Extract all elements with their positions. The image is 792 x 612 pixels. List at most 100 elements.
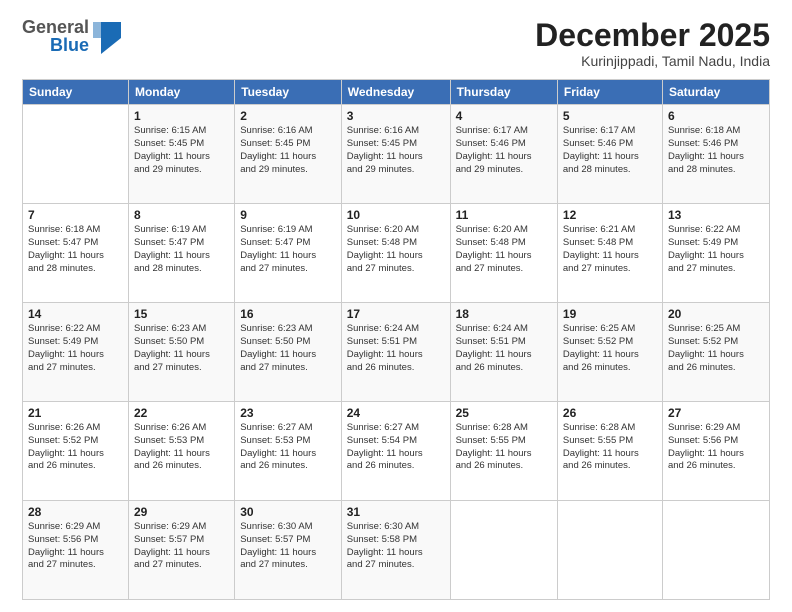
- day-info: Sunrise: 6:16 AM Sunset: 5:45 PM Dayligh…: [240, 125, 336, 176]
- day-number: 1: [134, 109, 229, 123]
- day-info: Sunrise: 6:17 AM Sunset: 5:46 PM Dayligh…: [456, 125, 552, 176]
- calendar-cell: 14 Sunrise: 6:22 AM Sunset: 5:49 PM Dayli…: [23, 303, 129, 402]
- month-title: December 2025: [535, 18, 770, 53]
- calendar-cell: 12Sunrise: 6:21 AM Sunset: 5:48 PM Dayli…: [557, 204, 662, 303]
- day-info: Sunrise: 6:20 AM Sunset: 5:48 PM Dayligh…: [347, 224, 445, 275]
- logo-icon: [93, 18, 123, 54]
- calendar-cell: [557, 501, 662, 600]
- calendar-cell: 5 Sunrise: 6:17 AM Sunset: 5:46 PM Daylig…: [557, 105, 662, 204]
- day-number: 30: [240, 505, 336, 519]
- logo-general: General: [22, 18, 89, 36]
- day-number: 9: [240, 208, 336, 222]
- day-info: Sunrise: 6:27 AM Sunset: 5:54 PM Dayligh…: [347, 422, 445, 473]
- calendar-header-monday: Monday: [128, 80, 234, 105]
- calendar-cell: 17 Sunrise: 6:24 AM Sunset: 5:51 PM Dayli…: [341, 303, 450, 402]
- calendar-header-tuesday: Tuesday: [235, 80, 342, 105]
- day-number: 18: [456, 307, 552, 321]
- calendar-header-saturday: Saturday: [662, 80, 769, 105]
- calendar-header-row: SundayMondayTuesdayWednesdayThursdayFrid…: [23, 80, 770, 105]
- calendar-cell: 20Sunrise: 6:25 AM Sunset: 5:52 PM Dayli…: [662, 303, 769, 402]
- day-info: Sunrise: 6:24 AM Sunset: 5:51 PM Dayligh…: [347, 323, 445, 374]
- day-info: Sunrise: 6:26 AM Sunset: 5:52 PM Dayligh…: [28, 422, 123, 473]
- calendar-cell: 24Sunrise: 6:27 AM Sunset: 5:54 PM Dayli…: [341, 402, 450, 501]
- page: General Blue December 2025 Kurinjippadi,…: [0, 0, 792, 612]
- calendar-week-row: 1 Sunrise: 6:15 AM Sunset: 5:45 PM Daylig…: [23, 105, 770, 204]
- day-info: Sunrise: 6:17 AM Sunset: 5:46 PM Dayligh…: [563, 125, 657, 176]
- day-number: 16: [240, 307, 336, 321]
- calendar-cell: 26 Sunrise: 6:28 AM Sunset: 5:55 PM Dayli…: [557, 402, 662, 501]
- calendar-cell: 13Sunrise: 6:22 AM Sunset: 5:49 PM Dayli…: [662, 204, 769, 303]
- day-number: 14: [28, 307, 123, 321]
- day-info: Sunrise: 6:29 AM Sunset: 5:56 PM Dayligh…: [668, 422, 764, 473]
- header: General Blue December 2025 Kurinjippadi,…: [22, 18, 770, 69]
- calendar-cell: 2 Sunrise: 6:16 AM Sunset: 5:45 PM Daylig…: [235, 105, 342, 204]
- calendar-cell: 3 Sunrise: 6:16 AM Sunset: 5:45 PM Daylig…: [341, 105, 450, 204]
- day-info: Sunrise: 6:27 AM Sunset: 5:53 PM Dayligh…: [240, 422, 336, 473]
- day-number: 29: [134, 505, 229, 519]
- day-info: Sunrise: 6:19 AM Sunset: 5:47 PM Dayligh…: [134, 224, 229, 275]
- day-info: Sunrise: 6:15 AM Sunset: 5:45 PM Dayligh…: [134, 125, 229, 176]
- day-number: 7: [28, 208, 123, 222]
- day-number: 31: [347, 505, 445, 519]
- day-number: 2: [240, 109, 336, 123]
- day-number: 25: [456, 406, 552, 420]
- day-info: Sunrise: 6:24 AM Sunset: 5:51 PM Dayligh…: [456, 323, 552, 374]
- day-info: Sunrise: 6:28 AM Sunset: 5:55 PM Dayligh…: [456, 422, 552, 473]
- calendar-cell: 25 Sunrise: 6:28 AM Sunset: 5:55 PM Dayli…: [450, 402, 557, 501]
- day-number: 27: [668, 406, 764, 420]
- day-number: 22: [134, 406, 229, 420]
- calendar-cell: 28Sunrise: 6:29 AM Sunset: 5:56 PM Dayli…: [23, 501, 129, 600]
- day-info: Sunrise: 6:28 AM Sunset: 5:55 PM Dayligh…: [563, 422, 657, 473]
- calendar-cell: 8 Sunrise: 6:19 AM Sunset: 5:47 PM Daylig…: [128, 204, 234, 303]
- day-number: 17: [347, 307, 445, 321]
- day-number: 28: [28, 505, 123, 519]
- day-number: 26: [563, 406, 657, 420]
- calendar-week-row: 21Sunrise: 6:26 AM Sunset: 5:52 PM Dayli…: [23, 402, 770, 501]
- calendar-cell: 29 Sunrise: 6:29 AM Sunset: 5:57 PM Dayli…: [128, 501, 234, 600]
- day-info: Sunrise: 6:29 AM Sunset: 5:57 PM Dayligh…: [134, 521, 229, 572]
- day-number: 15: [134, 307, 229, 321]
- day-info: Sunrise: 6:25 AM Sunset: 5:52 PM Dayligh…: [563, 323, 657, 374]
- day-number: 23: [240, 406, 336, 420]
- calendar-cell: 9 Sunrise: 6:19 AM Sunset: 5:47 PM Daylig…: [235, 204, 342, 303]
- day-info: Sunrise: 6:21 AM Sunset: 5:48 PM Dayligh…: [563, 224, 657, 275]
- calendar-cell: 15 Sunrise: 6:23 AM Sunset: 5:50 PM Dayli…: [128, 303, 234, 402]
- day-info: Sunrise: 6:20 AM Sunset: 5:48 PM Dayligh…: [456, 224, 552, 275]
- day-info: Sunrise: 6:22 AM Sunset: 5:49 PM Dayligh…: [28, 323, 123, 374]
- calendar-cell: 22 Sunrise: 6:26 AM Sunset: 5:53 PM Dayli…: [128, 402, 234, 501]
- day-info: Sunrise: 6:18 AM Sunset: 5:47 PM Dayligh…: [28, 224, 123, 275]
- day-info: Sunrise: 6:30 AM Sunset: 5:57 PM Dayligh…: [240, 521, 336, 572]
- day-info: Sunrise: 6:22 AM Sunset: 5:49 PM Dayligh…: [668, 224, 764, 275]
- calendar-header-wednesday: Wednesday: [341, 80, 450, 105]
- calendar-cell: [23, 105, 129, 204]
- calendar-cell: 10 Sunrise: 6:20 AM Sunset: 5:48 PM Dayli…: [341, 204, 450, 303]
- calendar-cell: 1 Sunrise: 6:15 AM Sunset: 5:45 PM Daylig…: [128, 105, 234, 204]
- calendar-cell: 27 Sunrise: 6:29 AM Sunset: 5:56 PM Dayli…: [662, 402, 769, 501]
- calendar: SundayMondayTuesdayWednesdayThursdayFrid…: [22, 79, 770, 600]
- day-number: 19: [563, 307, 657, 321]
- calendar-cell: 6Sunrise: 6:18 AM Sunset: 5:46 PM Daylig…: [662, 105, 769, 204]
- day-info: Sunrise: 6:19 AM Sunset: 5:47 PM Dayligh…: [240, 224, 336, 275]
- day-info: Sunrise: 6:30 AM Sunset: 5:58 PM Dayligh…: [347, 521, 445, 572]
- calendar-cell: [662, 501, 769, 600]
- day-number: 10: [347, 208, 445, 222]
- calendar-cell: 16 Sunrise: 6:23 AM Sunset: 5:50 PM Dayli…: [235, 303, 342, 402]
- calendar-cell: 18 Sunrise: 6:24 AM Sunset: 5:51 PM Dayli…: [450, 303, 557, 402]
- logo: General Blue: [22, 18, 123, 54]
- calendar-cell: 30 Sunrise: 6:30 AM Sunset: 5:57 PM Dayli…: [235, 501, 342, 600]
- day-info: Sunrise: 6:25 AM Sunset: 5:52 PM Dayligh…: [668, 323, 764, 374]
- calendar-week-row: 7 Sunrise: 6:18 AM Sunset: 5:47 PM Daylig…: [23, 204, 770, 303]
- subtitle: Kurinjippadi, Tamil Nadu, India: [535, 53, 770, 69]
- day-number: 3: [347, 109, 445, 123]
- calendar-cell: 11 Sunrise: 6:20 AM Sunset: 5:48 PM Dayli…: [450, 204, 557, 303]
- day-info: Sunrise: 6:16 AM Sunset: 5:45 PM Dayligh…: [347, 125, 445, 176]
- day-info: Sunrise: 6:26 AM Sunset: 5:53 PM Dayligh…: [134, 422, 229, 473]
- calendar-week-row: 14 Sunrise: 6:22 AM Sunset: 5:49 PM Dayli…: [23, 303, 770, 402]
- day-info: Sunrise: 6:23 AM Sunset: 5:50 PM Dayligh…: [240, 323, 336, 374]
- day-number: 8: [134, 208, 229, 222]
- day-number: 11: [456, 208, 552, 222]
- calendar-header-sunday: Sunday: [23, 80, 129, 105]
- day-number: 5: [563, 109, 657, 123]
- day-number: 6: [668, 109, 764, 123]
- day-info: Sunrise: 6:23 AM Sunset: 5:50 PM Dayligh…: [134, 323, 229, 374]
